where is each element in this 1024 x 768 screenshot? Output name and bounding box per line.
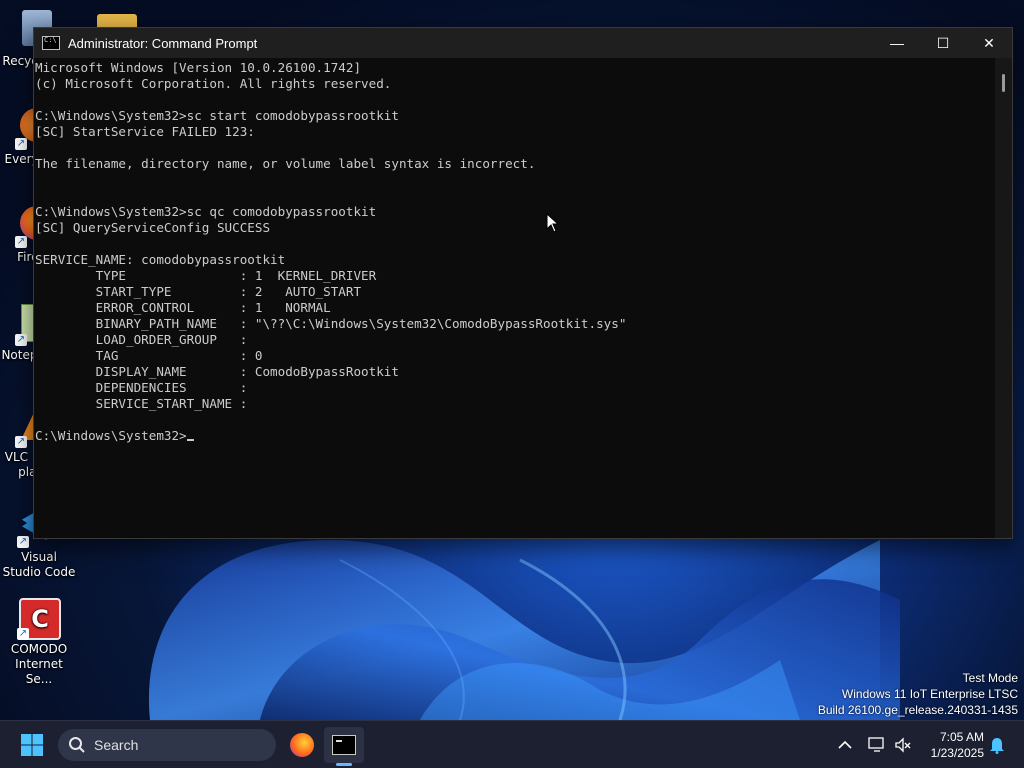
window-title: Administrator: Command Prompt [68,35,258,51]
console-lines: Microsoft Windows [Version 10.0.26100.17… [35,60,994,428]
minimize-button[interactable]: — [874,28,920,58]
cmd-app-icon [332,735,356,755]
console-line: C:\Windows\System32>sc qc comodobypassro… [35,204,377,219]
console-line: SERVICE_START_NAME : [35,396,248,411]
text-cursor [186,439,194,441]
console-prompt: C:\Windows\System32> [35,428,187,443]
shortcut-arrow-icon: ↗ [15,236,27,248]
notifications-button[interactable] [984,727,1010,763]
console-line: (c) Microsoft Corporation. All rights re… [35,76,392,91]
console-line: ERROR_CONTROL : 1 NORMAL [35,300,331,315]
bell-icon [990,738,1004,754]
network-status-button[interactable] [864,727,890,763]
watermark-line: Build 26100.ge_release.240331-1435 [817,703,1018,717]
shortcut-arrow-icon: ↗ [15,138,27,150]
console-line: BINARY_PATH_NAME : "\??\C:\Windows\Syste… [35,316,627,331]
test-mode-watermark: Test Mode Windows 11 IoT Enterprise LTSC… [818,670,1018,718]
close-button[interactable]: ✕ [966,28,1012,58]
watermark-line: Windows 11 IoT Enterprise LTSC [841,687,1018,701]
cmd-app-icon [42,36,60,50]
mouse-pointer-icon [546,213,560,233]
active-app-indicator [336,763,352,766]
console-line: DISPLAY_NAME : ComodoBypassRootkit [35,364,399,379]
console-line: LOAD_ORDER_GROUP : [35,332,248,347]
taskbar-command-prompt[interactable] [324,727,364,766]
console-line: TAG : 0 [35,348,263,363]
show-hidden-icons-button[interactable] [832,727,858,763]
volume-muted-icon [895,737,911,753]
maximize-button[interactable]: ☐ [920,28,966,58]
watermark-line: Test Mode [962,671,1018,685]
console-line: C:\Windows\System32>sc start comodobypas… [35,108,399,123]
console-line: [SC] QueryServiceConfig SUCCESS [35,220,271,235]
desktop-icon-label: COMODO Internet Se... [10,642,68,686]
shortcut-arrow-icon: ↗ [17,628,29,640]
comodo-icon: C ↗ [17,598,61,640]
scrollbar-thumb[interactable] [1002,74,1005,92]
windows-logo-icon [21,734,43,756]
window-titlebar[interactable]: Administrator: Command Prompt — ☐ ✕ [34,28,1012,58]
desktop-icon-label: Visual Studio Code [2,550,76,579]
taskbar-search-box[interactable]: Search [58,729,276,761]
console-line: TYPE : 1 KERNEL_DRIVER [35,268,377,283]
taskbar: Search 7:05 AM 1/23/2025 [0,720,1024,768]
firefox-icon [290,733,314,757]
console-line: DEPENDENCIES : [35,380,248,395]
start-button[interactable] [12,727,52,763]
vertical-scrollbar[interactable] [995,58,1012,538]
taskbar-firefox[interactable] [282,727,322,763]
console-line: [SC] StartService FAILED 123: [35,124,255,139]
console-line: Microsoft Windows [Version 10.0.26100.17… [35,60,362,75]
clock-date: 1/23/2025 [930,746,984,760]
console-line: SERVICE_NAME: comodobypassrootkit [35,252,286,267]
taskbar-clock[interactable]: 7:05 AM 1/23/2025 [931,729,984,761]
clock-time: 7:05 AM [939,730,984,744]
shortcut-arrow-icon: ↗ [15,334,27,346]
shortcut-arrow-icon: ↗ [15,436,27,448]
search-label: Search [94,737,139,753]
network-icon [868,737,884,752]
chevron-up-icon [838,740,852,749]
console-line: The filename, directory name, or volume … [35,156,536,171]
command-prompt-window[interactable]: Administrator: Command Prompt — ☐ ✕ Micr… [33,27,1013,539]
volume-button[interactable] [890,727,916,763]
desktop-icon-comodo[interactable]: C ↗ COMODO Internet Se... [2,598,76,687]
search-icon [69,737,85,753]
shortcut-arrow-icon: ↗ [17,536,29,548]
console-line: START_TYPE : 2 AUTO_START [35,284,362,299]
console-output[interactable]: Microsoft Windows [Version 10.0.26100.17… [34,58,995,538]
